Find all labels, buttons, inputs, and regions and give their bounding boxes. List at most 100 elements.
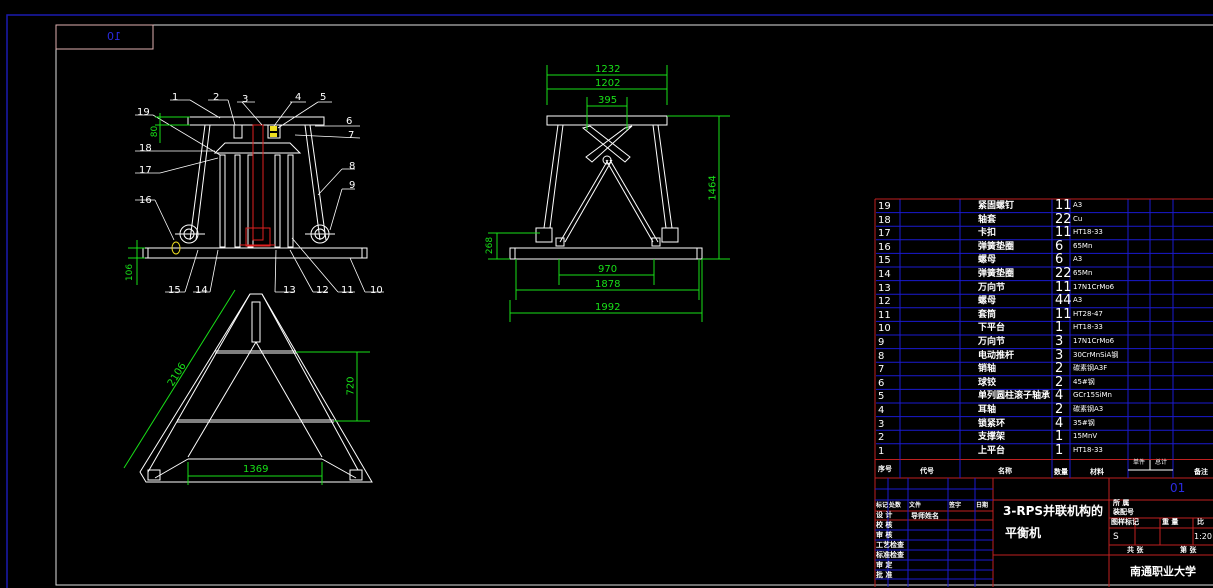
scale-label: 比 (1197, 518, 1204, 526)
side-view (509, 115, 703, 260)
cell-material: A3 (1073, 296, 1083, 305)
cell-no: 10 (878, 323, 891, 335)
callout-9: 9 (349, 180, 356, 191)
cell-name: 紧固螺钉 (978, 201, 1015, 211)
cell-name: 弹簧垫圈 (978, 269, 1015, 279)
cell-qty: 22 (1055, 266, 1072, 281)
header-no: 序号 (878, 465, 892, 473)
cell-qty: 1 (1055, 320, 1064, 336)
institution-name: 南通职业大学 (1130, 565, 1196, 578)
cell-no: 14 (878, 269, 891, 280)
cell-no: 18 (878, 214, 891, 226)
role-label: 设 计 (876, 511, 893, 519)
revision-col: 处数 (889, 502, 902, 509)
dim-base-height: 268 (485, 236, 496, 255)
cell-material: 65Mn (1073, 269, 1093, 277)
cell-qty: 11 (1055, 306, 1072, 322)
cell-material: 碳素钢A3 (1073, 405, 1104, 413)
cell-qty: 3 (1055, 334, 1064, 349)
header-name: 名称 (998, 467, 1012, 475)
cell-material: 碳素钢A3F (1073, 364, 1108, 373)
sheet-number: 第 张 (1180, 546, 1197, 554)
cell-no: 5 (878, 391, 885, 403)
front-view-dims (128, 113, 190, 285)
cell-qty: 11 (1055, 279, 1072, 295)
header-unit-weight: 单件 (1133, 459, 1146, 466)
belongs-label: 所 属 (1113, 499, 1130, 507)
callout-5: 5 (320, 92, 327, 103)
callout-8: 8 (349, 161, 356, 172)
cell-no: 16 (878, 241, 891, 253)
cell-no: 15 (878, 255, 891, 267)
cell-name: 下平台 (978, 323, 1006, 334)
dim-base-joint: 970 (598, 264, 618, 275)
cell-material: 45#钢 (1073, 377, 1095, 386)
cell-qty: 2 (1055, 361, 1064, 377)
header-material: 材料 (1090, 468, 1104, 476)
cell-no: 8 (878, 350, 885, 362)
callout-6: 6 (346, 116, 353, 127)
cell-qty: 4 (1055, 415, 1064, 431)
revision-col: 日期 (976, 502, 989, 509)
cell-name: 轴套 (978, 214, 997, 225)
cell-material: 35#钢 (1073, 418, 1095, 427)
cell-material: HT28-47 (1073, 309, 1103, 318)
cell-no: 19 (878, 201, 891, 212)
callout-18: 18 (139, 143, 152, 154)
cell-name: 电动推杆 (978, 350, 1015, 361)
revision-col: 标记 (876, 502, 889, 509)
cell-material: 17N1CrMo6 (1073, 282, 1115, 291)
cell-qty: 1 (1055, 442, 1064, 458)
cell-qty: 11 (1055, 225, 1072, 241)
dim-top-inner: 1202 (595, 78, 621, 89)
revision-col: 签字 (949, 502, 962, 509)
dim-top-joint: 395 (598, 95, 618, 106)
dim-base-thickness: 106 (125, 263, 136, 282)
cell-name: 耳轴 (978, 405, 997, 415)
cell-name: 弹簧垫圈 (978, 241, 1015, 252)
cell-name: 单列圆柱滚子轴承 (978, 391, 1051, 402)
role-label: 批 准 (876, 571, 893, 579)
cell-no: 13 (878, 282, 891, 294)
callout-11: 11 (341, 285, 354, 296)
role-label: 工艺检查 (876, 541, 904, 549)
cell-no: 2 (878, 432, 885, 444)
cell-qty: 2 (1055, 374, 1064, 390)
drawing-title-line1: 3-RPS并联机构的 (1003, 504, 1104, 518)
cell-qty: 3 (1055, 347, 1064, 363)
cell-name: 套筒 (978, 309, 997, 320)
assembly-no-label: 装配号 (1113, 508, 1134, 516)
cell-material: GCr15SiMn (1073, 391, 1112, 400)
callout-1: 1 (172, 92, 179, 103)
cell-name: 万向节 (978, 337, 1006, 347)
cell-name: 螺母 (978, 296, 997, 307)
front-view (142, 116, 368, 259)
header-remark: 备注 (1194, 468, 1208, 476)
cell-name: 锁紧环 (978, 418, 1006, 429)
callout-15: 15 (168, 285, 181, 296)
cell-no: 4 (878, 405, 885, 416)
cell-material: HT18-33 (1073, 323, 1103, 332)
dim-spacing: 720 (345, 376, 357, 396)
callout-12: 12 (316, 285, 329, 296)
cell-no: 11 (878, 309, 891, 321)
cell-material: A3 (1073, 255, 1083, 264)
role-label: 标准检查 (876, 551, 904, 559)
dim-top-outer: 1232 (595, 64, 621, 75)
role-label: 审 核 (876, 531, 893, 539)
header-total-weight: 总计 (1155, 459, 1168, 466)
header-code: 代号 (920, 467, 934, 475)
cell-qty: 2 (1055, 402, 1064, 417)
cell-name: 万向节 (978, 282, 1006, 293)
revision-col: 文件 (909, 502, 922, 509)
header-qty: 数量 (1054, 468, 1068, 476)
sheet-label-box (55, 24, 154, 50)
cell-material: HT18-33 (1073, 228, 1103, 237)
inner-frame (55, 24, 1213, 586)
callout-2: 2 (213, 92, 220, 103)
cell-material: 65Mn (1073, 241, 1093, 250)
dim-base-span: 1369 (243, 464, 269, 475)
callout-16: 16 (139, 195, 152, 206)
cell-material: 17N1CrMo6 (1073, 337, 1115, 345)
dim-base-outer: 1992 (595, 302, 621, 313)
